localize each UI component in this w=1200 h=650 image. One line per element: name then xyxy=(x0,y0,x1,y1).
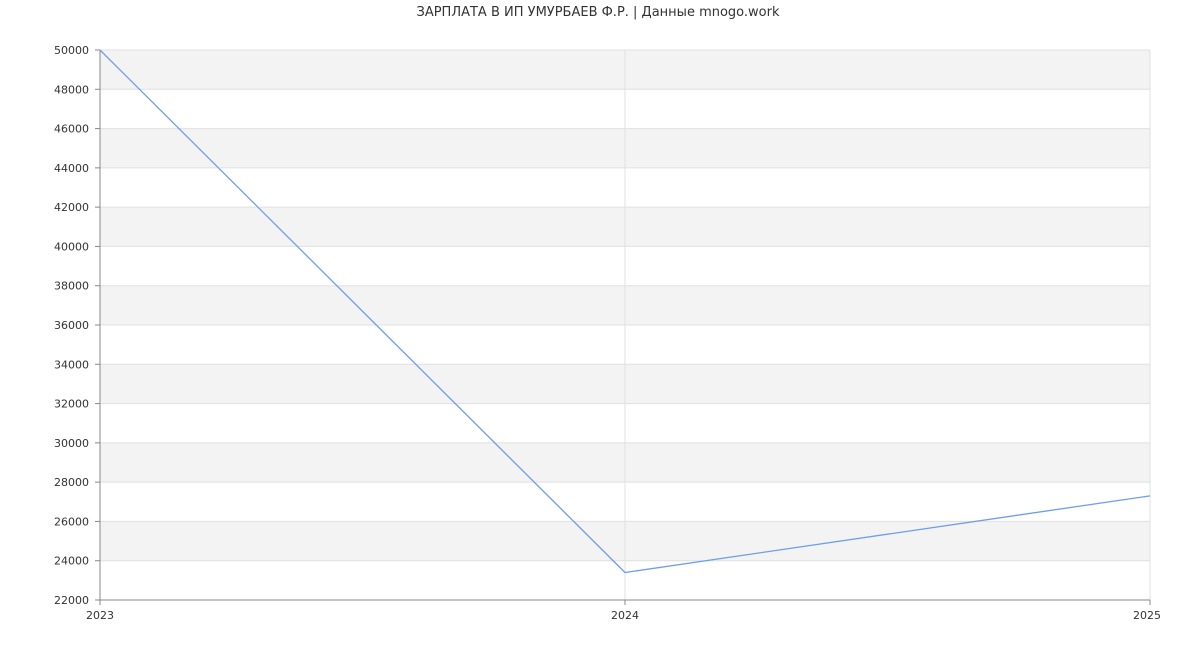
y-tick-label: 26000 xyxy=(54,515,89,528)
y-tick-label: 36000 xyxy=(54,319,89,332)
y-tick-label: 40000 xyxy=(54,240,89,253)
y-tick-label: 22000 xyxy=(54,594,89,607)
y-tick-label: 44000 xyxy=(54,162,89,175)
y-tick-label: 42000 xyxy=(54,201,89,214)
x-tick-label: 2025 xyxy=(1133,609,1161,622)
y-tick-label: 48000 xyxy=(54,83,89,96)
y-tick-labels: 22000 24000 26000 28000 30000 32000 34000 36000… xyxy=(54,44,89,607)
y-tick-label: 32000 xyxy=(54,398,89,411)
x-tick-label: 2023 xyxy=(86,609,114,622)
y-tick-label: 50000 xyxy=(54,44,89,57)
chart-title: ЗАРПЛАТА В ИП УМУРБАЕВ Ф.Р. | Данные mno… xyxy=(416,5,779,20)
salary-line-chart: 22000 24000 26000 28000 30000 32000 34000 36000… xyxy=(54,5,1161,622)
y-tick-label: 34000 xyxy=(54,358,89,371)
y-tick-label: 30000 xyxy=(54,437,89,450)
y-tick-label: 28000 xyxy=(54,476,89,489)
y-tick-label: 46000 xyxy=(54,123,89,136)
x-tick-label: 2024 xyxy=(611,609,639,622)
y-tick-label: 24000 xyxy=(54,555,89,568)
x-tick-labels: 2023 2024 2025 xyxy=(86,609,1161,622)
y-tick-label: 38000 xyxy=(54,280,89,293)
